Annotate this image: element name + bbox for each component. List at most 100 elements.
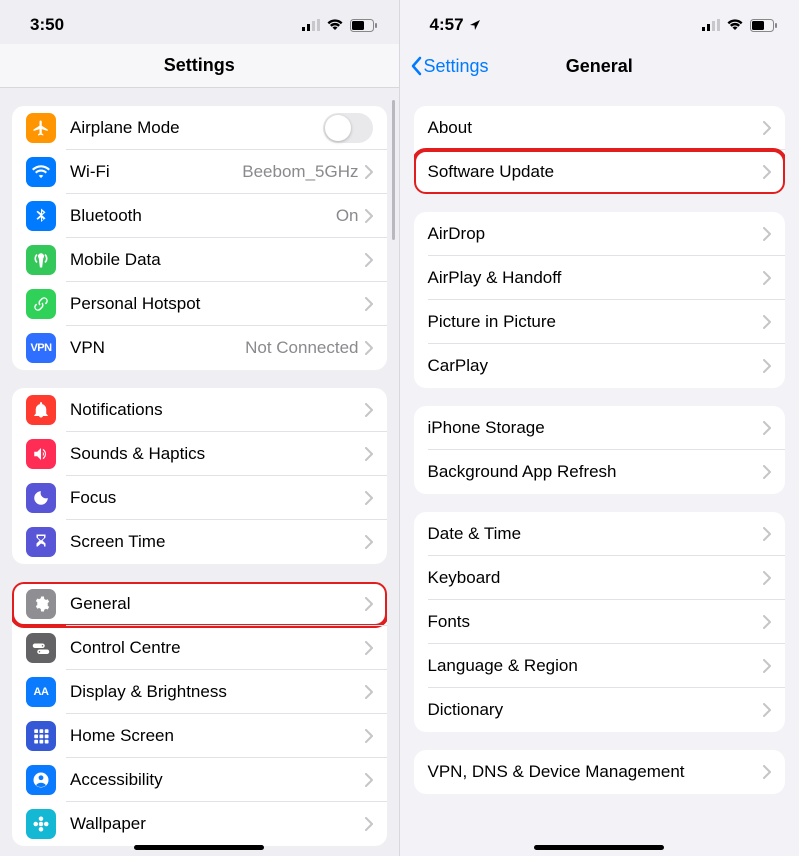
chevron-right-icon [365, 297, 373, 311]
row-airplay[interactable]: AirPlay & Handoff [414, 256, 786, 300]
status-bar: 3:50 [0, 0, 399, 44]
row-label: Wallpaper [70, 814, 365, 834]
row-carplay[interactable]: CarPlay [414, 344, 786, 388]
row-label: AirPlay & Handoff [428, 268, 764, 288]
row-label: Wi-Fi [70, 162, 242, 182]
row-airdrop[interactable]: AirDrop [414, 212, 786, 256]
bluetooth-icon [26, 201, 56, 231]
row-label: Background App Refresh [428, 462, 764, 482]
chevron-right-icon [763, 421, 771, 435]
row-fonts[interactable]: Fonts [414, 600, 786, 644]
chevron-right-icon [365, 685, 373, 699]
chevron-right-icon [365, 209, 373, 223]
gear-icon [26, 589, 56, 619]
row-label: iPhone Storage [428, 418, 764, 438]
speaker-icon [26, 439, 56, 469]
row-label: Bluetooth [70, 206, 336, 226]
settings-group: Airplane ModeWi-FiBeebom_5GHzBluetoothOn… [12, 106, 387, 370]
chevron-right-icon [365, 403, 373, 417]
chevron-right-icon [365, 729, 373, 743]
row-pip[interactable]: Picture in Picture [414, 300, 786, 344]
chevron-right-icon [763, 315, 771, 329]
row-notifications[interactable]: Notifications [12, 388, 387, 432]
cellular-icon [302, 19, 320, 31]
chevron-left-icon [410, 56, 422, 76]
nav-bar: Settings General [400, 44, 799, 88]
settings-list[interactable]: Airplane ModeWi-FiBeebom_5GHzBluetoothOn… [0, 106, 399, 846]
chevron-right-icon [365, 597, 373, 611]
chevron-right-icon [763, 615, 771, 629]
row-language[interactable]: Language & Region [414, 644, 786, 688]
chevron-right-icon [763, 121, 771, 135]
page-title: Settings [164, 55, 235, 76]
row-label: VPN, DNS & Device Management [428, 762, 764, 782]
row-label: VPN [70, 338, 245, 358]
row-label: Focus [70, 488, 365, 508]
row-label: Language & Region [428, 656, 764, 676]
row-general[interactable]: General [12, 582, 387, 626]
row-bluetooth[interactable]: BluetoothOn [12, 194, 387, 238]
chevron-right-icon [763, 571, 771, 585]
row-screentime[interactable]: Screen Time [12, 520, 387, 564]
scrollbar[interactable] [392, 100, 395, 240]
status-bar: 4:57 [400, 0, 799, 44]
row-focus[interactable]: Focus [12, 476, 387, 520]
home-indicator[interactable] [134, 845, 264, 850]
location-icon [469, 19, 481, 31]
back-label: Settings [424, 56, 489, 77]
chevron-right-icon [763, 359, 771, 373]
wifi-icon [726, 19, 744, 31]
row-datetime[interactable]: Date & Time [414, 512, 786, 556]
wifi-icon [26, 157, 56, 187]
row-airplane[interactable]: Airplane Mode [12, 106, 387, 150]
row-label: Mobile Data [70, 250, 365, 270]
phone-general-root: 4:57 Settings General About Software Upda… [400, 0, 799, 856]
row-wifi[interactable]: Wi-FiBeebom_5GHz [12, 150, 387, 194]
status-time-wrap: 4:57 [430, 15, 481, 35]
chevron-right-icon [763, 527, 771, 541]
row-value: Beebom_5GHz [242, 162, 358, 182]
toggle-switch[interactable] [323, 113, 373, 143]
row-dictionary[interactable]: Dictionary [414, 688, 786, 732]
row-label: Airplane Mode [70, 118, 323, 138]
row-controlcentre[interactable]: Control Centre [12, 626, 387, 670]
row-homescreen[interactable]: Home Screen [12, 714, 387, 758]
back-button[interactable]: Settings [410, 56, 489, 77]
row-bgrefresh[interactable]: Background App Refresh [414, 450, 786, 494]
row-label: About [428, 118, 764, 138]
settings-group: About Software Update [414, 106, 786, 194]
row-label: Screen Time [70, 532, 365, 552]
wifi-icon [326, 19, 344, 31]
settings-group: Date & TimeKeyboard Fonts Language & Regio… [414, 512, 786, 732]
chevron-right-icon [365, 641, 373, 655]
row-storage[interactable]: iPhone Storage [414, 406, 786, 450]
row-value: Not Connected [245, 338, 358, 358]
row-label: CarPlay [428, 356, 764, 376]
row-display[interactable]: AADisplay & Brightness [12, 670, 387, 714]
row-about[interactable]: About [414, 106, 786, 150]
row-keyboard[interactable]: Keyboard [414, 556, 786, 600]
row-sounds[interactable]: Sounds & Haptics [12, 432, 387, 476]
chevron-right-icon [365, 253, 373, 267]
row-label: Fonts [428, 612, 764, 632]
row-accessibility[interactable]: Accessibility [12, 758, 387, 802]
status-time: 3:50 [30, 15, 64, 35]
row-mobiledata[interactable]: Mobile Data [12, 238, 387, 282]
home-indicator[interactable] [534, 845, 664, 850]
row-label: Home Screen [70, 726, 365, 746]
row-hotspot[interactable]: Personal Hotspot [12, 282, 387, 326]
row-vpndns[interactable]: VPN, DNS & Device Management [414, 750, 786, 794]
nav-bar: Settings [0, 44, 399, 88]
row-label: Personal Hotspot [70, 294, 365, 314]
status-time: 4:57 [430, 15, 464, 35]
row-label: Sounds & Haptics [70, 444, 365, 464]
general-list[interactable]: About Software Update AirDrop AirPlay & Han… [400, 106, 799, 794]
settings-group: AirDrop AirPlay & Handoff Picture in Pictu… [414, 212, 786, 388]
chevron-right-icon [365, 491, 373, 505]
chevron-right-icon [763, 165, 771, 179]
row-softwareupdate[interactable]: Software Update [414, 150, 786, 194]
chevron-right-icon [763, 271, 771, 285]
phone-settings-root: 3:50 Settings Airplane Mode Wi-FiBeebom_5… [0, 0, 400, 856]
row-vpn[interactable]: VPNVPNNot Connected [12, 326, 387, 370]
row-wallpaper[interactable]: Wallpaper [12, 802, 387, 846]
